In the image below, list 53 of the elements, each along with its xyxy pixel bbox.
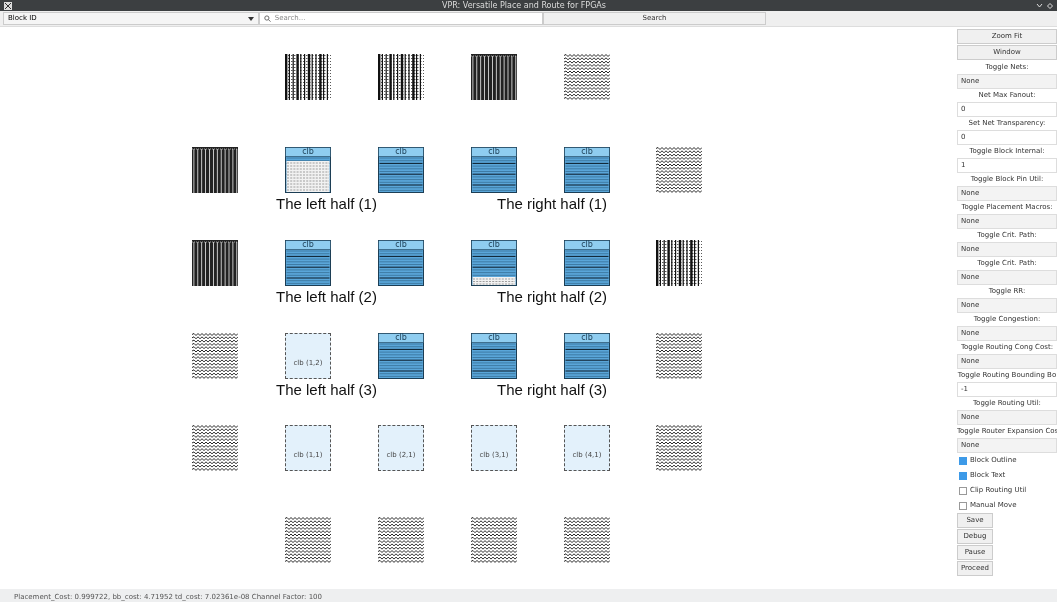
block-label: clb [394,334,408,342]
io-block-drawing [378,54,424,100]
io-block-drawing [656,425,702,471]
io-block-drawing [564,54,610,100]
io-block-drawing [378,517,424,563]
block-label: clb [301,241,315,249]
io-block-drawing [656,333,702,379]
io-block-drawing [285,517,331,563]
search-icon [264,15,271,22]
annotation-text: The left half (3) [276,381,377,399]
checkbox-box[interactable] [959,501,967,510]
block-label: clb [580,334,594,342]
clb-block-drawing [378,333,424,379]
clb-block-drawing [471,147,517,193]
window-title: VPR: Versatile Place and Route for FPGAs [441,1,607,10]
checkbox-box[interactable] [959,486,967,495]
clb-block-drawing [471,240,517,286]
block-label: clb [580,148,594,156]
annotation-text: The right half (2) [497,288,608,306]
annotation-text: The right half (1) [497,195,608,213]
clb-block-drawing [564,333,610,379]
io-block-drawing [656,240,702,286]
io-block-drawing [564,517,610,563]
io-block-drawing [285,54,331,100]
block-label: clb [580,241,594,249]
clb-block-drawing [378,147,424,193]
io-block-drawing [656,147,702,193]
clb-block-drawing [471,333,517,379]
block-label: clb [487,334,501,342]
checkbox-box[interactable] [959,456,967,465]
clb-block-drawing [378,240,424,286]
block-label: clb [487,241,501,249]
block-label: clb [394,241,408,249]
checkbox-box[interactable] [959,471,967,480]
io-block-drawing [192,333,238,379]
block-label: clb [301,148,315,156]
clb-block-drawing [564,240,610,286]
io-block-drawing [192,425,238,471]
clb-block-drawing [285,147,331,193]
annotation-text: The left half (2) [276,288,377,306]
io-block-drawing [471,517,517,563]
clb-block-drawing [564,147,610,193]
annotation-text: The left half (1) [276,195,377,213]
io-block-drawing [471,54,517,100]
io-block-drawing [192,147,238,193]
clb-block-drawing [285,240,331,286]
io-block-drawing [192,240,238,286]
minimize-icon[interactable] [1036,2,1043,9]
caret-icon [248,16,254,21]
block-label: clb [394,148,408,156]
annotation-text: The right half (3) [497,381,608,399]
maximize-icon[interactable] [1047,2,1053,9]
block-label: clb [487,148,501,156]
